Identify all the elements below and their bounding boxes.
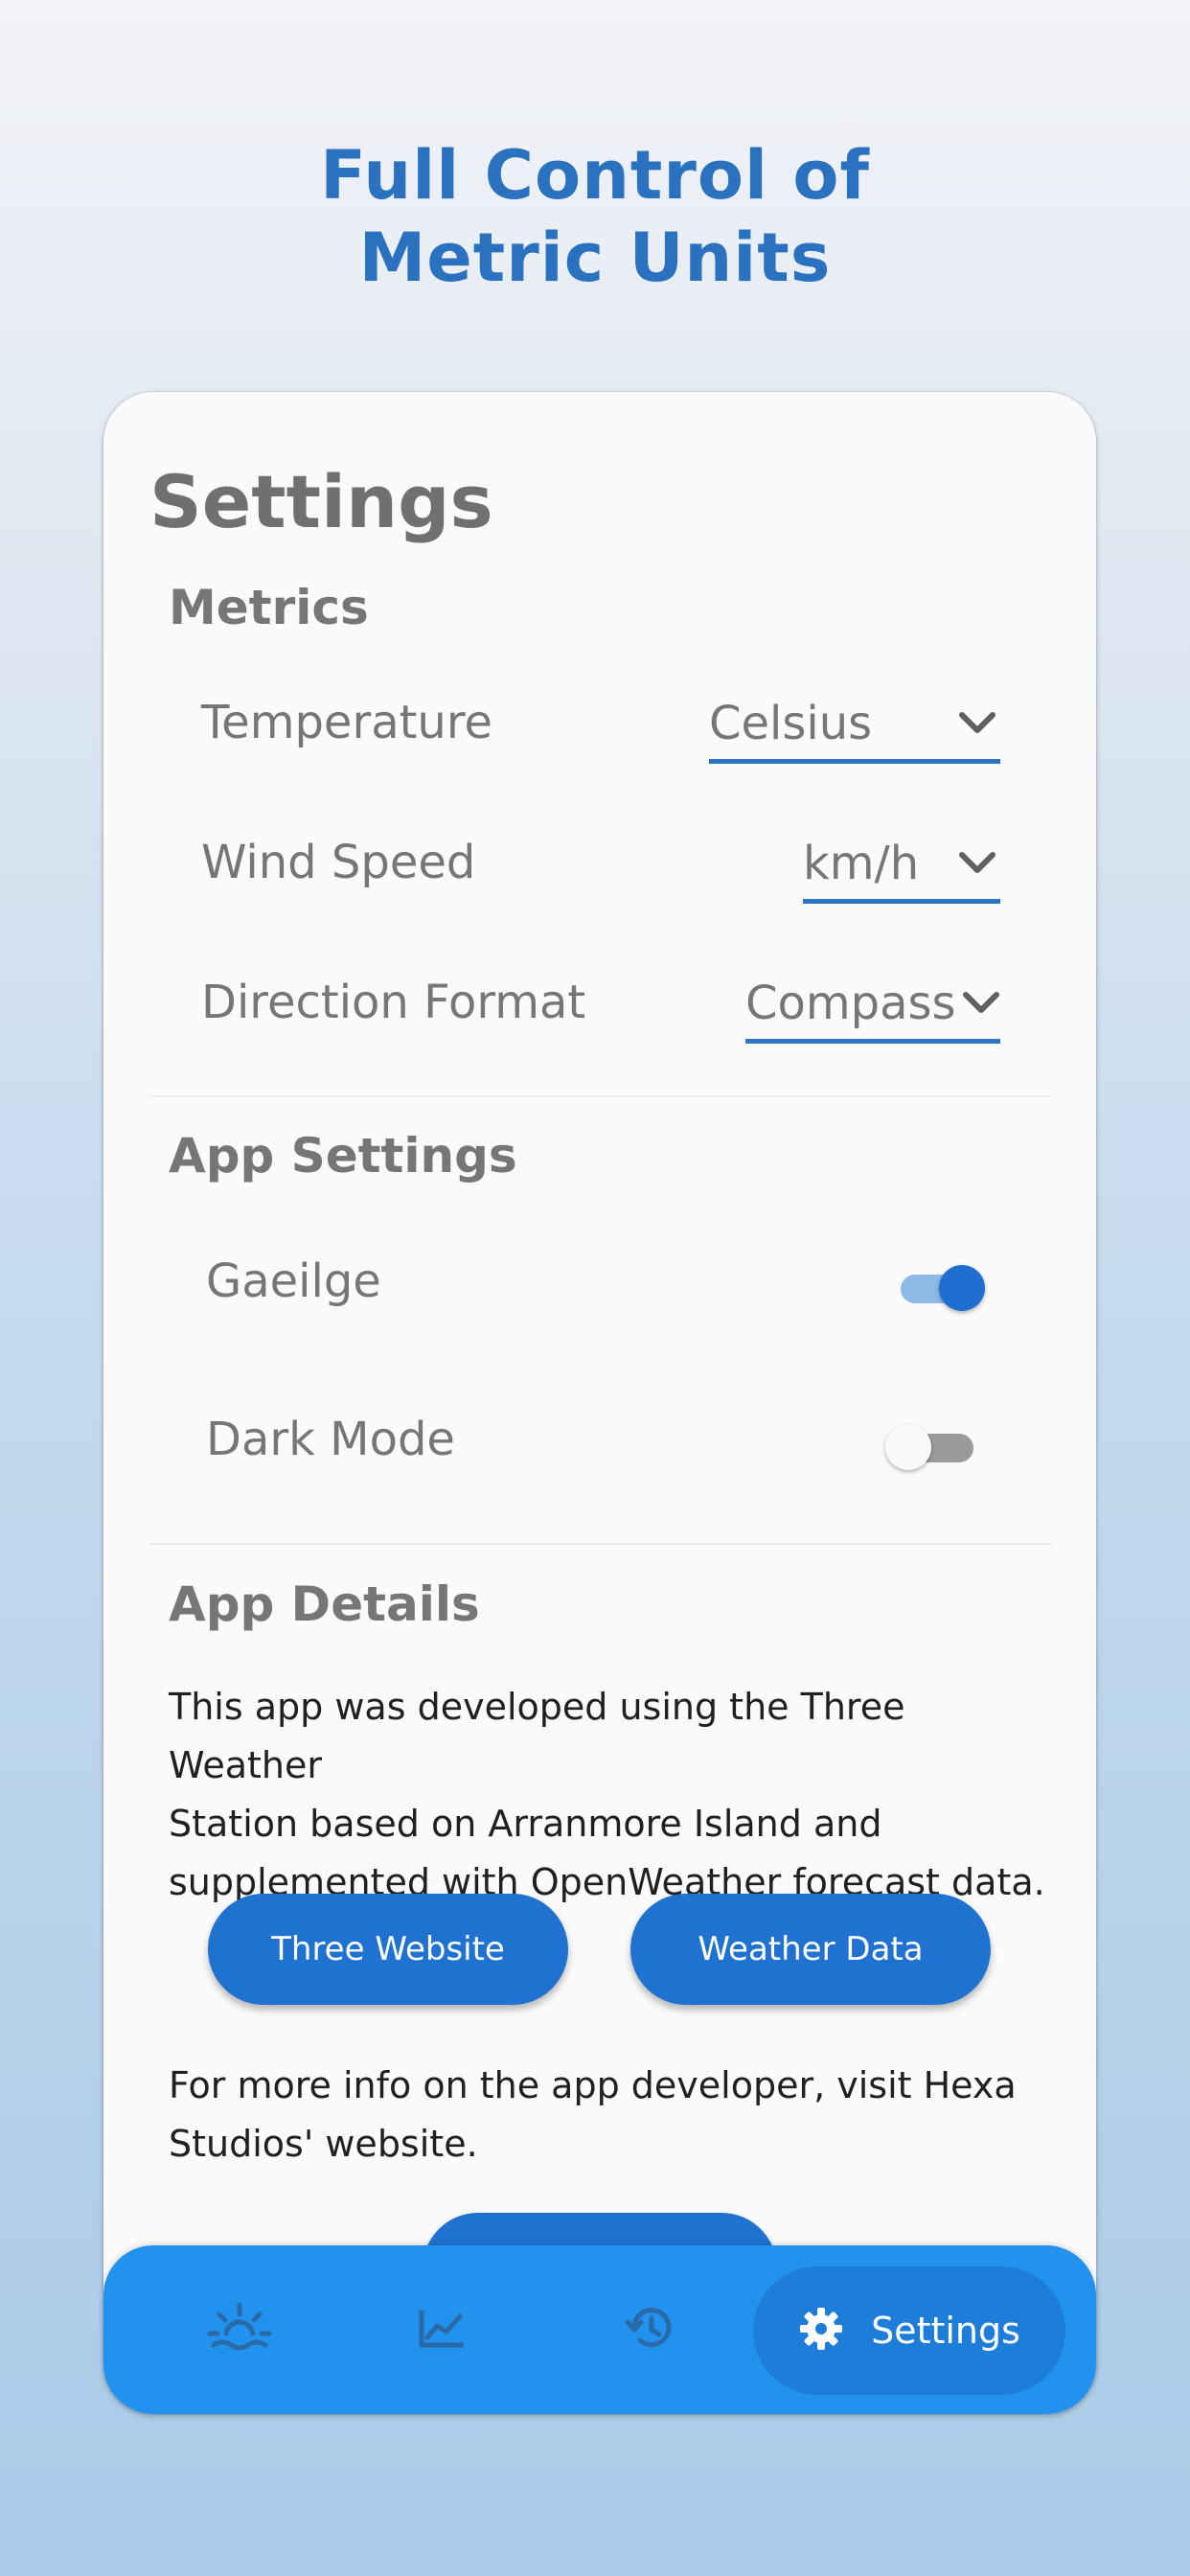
developer-info-line-2: Studios' website. — [169, 2123, 478, 2165]
temperature-dropdown[interactable]: Celsius — [709, 688, 1000, 764]
nav-settings-label: Settings — [871, 2310, 1020, 2352]
chevron-down-icon — [962, 984, 1000, 1023]
chart-icon — [418, 2307, 468, 2353]
app-settings-section-title: App Settings — [169, 1128, 517, 1184]
app-description: This app was developed using the Three W… — [169, 1678, 1050, 1912]
nav-item-settings[interactable]: Settings — [753, 2266, 1065, 2395]
dark-mode-label: Dark Mode — [206, 1413, 455, 1466]
wind-speed-label: Wind Speed — [201, 836, 476, 889]
dark-mode-toggle[interactable] — [885, 1418, 981, 1476]
wind-speed-dropdown[interactable]: km/h — [803, 828, 1000, 904]
gaeilge-label: Gaeilge — [206, 1254, 381, 1308]
nav-item-charts[interactable] — [402, 2289, 483, 2370]
chevron-down-icon — [954, 844, 1000, 883]
sunrise-icon — [206, 2299, 273, 2360]
temperature-label: Temperature — [201, 696, 493, 749]
developer-info-text: For more info on the app developer, visi… — [169, 2057, 1050, 2174]
toggle-thumb — [885, 1424, 931, 1470]
toggle-thumb — [939, 1265, 985, 1311]
metrics-section-title: Metrics — [169, 580, 369, 635]
temperature-value: Celsius — [709, 697, 873, 750]
app-description-line-1: This app was developed using the Three W… — [169, 1686, 905, 1786]
gaeilge-toggle[interactable] — [891, 1259, 987, 1317]
promo-title-line-2: Metric Units — [358, 218, 832, 297]
history-icon — [625, 2303, 675, 2357]
direction-format-dropdown[interactable]: Compass — [745, 968, 1000, 1044]
weather-data-button[interactable]: Weather Data — [630, 1894, 991, 2005]
app-details-section-title: App Details — [169, 1576, 480, 1632]
settings-card: Settings Metrics Temperature Celsius Win… — [103, 392, 1096, 2414]
page-title: Settings — [149, 459, 493, 544]
chevron-down-icon — [954, 704, 1000, 743]
direction-format-value: Compass — [745, 977, 956, 1030]
wind-speed-value: km/h — [803, 837, 920, 890]
promo-title: Full Control of Metric Units — [0, 134, 1190, 299]
app-description-line-2: Station based on Arranmore Island and — [169, 1803, 882, 1845]
bottom-nav: Settings — [103, 2245, 1096, 2414]
promo-title-line-1: Full Control of — [320, 136, 870, 215]
developer-info-line-1: For more info on the app developer, visi… — [169, 2064, 1017, 2106]
gear-icon — [798, 2306, 844, 2356]
three-website-button[interactable]: Three Website — [208, 1894, 568, 2005]
direction-format-label: Direction Format — [201, 976, 586, 1029]
divider — [149, 1543, 1052, 1545]
divider — [149, 1095, 1052, 1097]
nav-item-today[interactable] — [199, 2289, 280, 2370]
nav-item-history[interactable] — [609, 2289, 690, 2370]
